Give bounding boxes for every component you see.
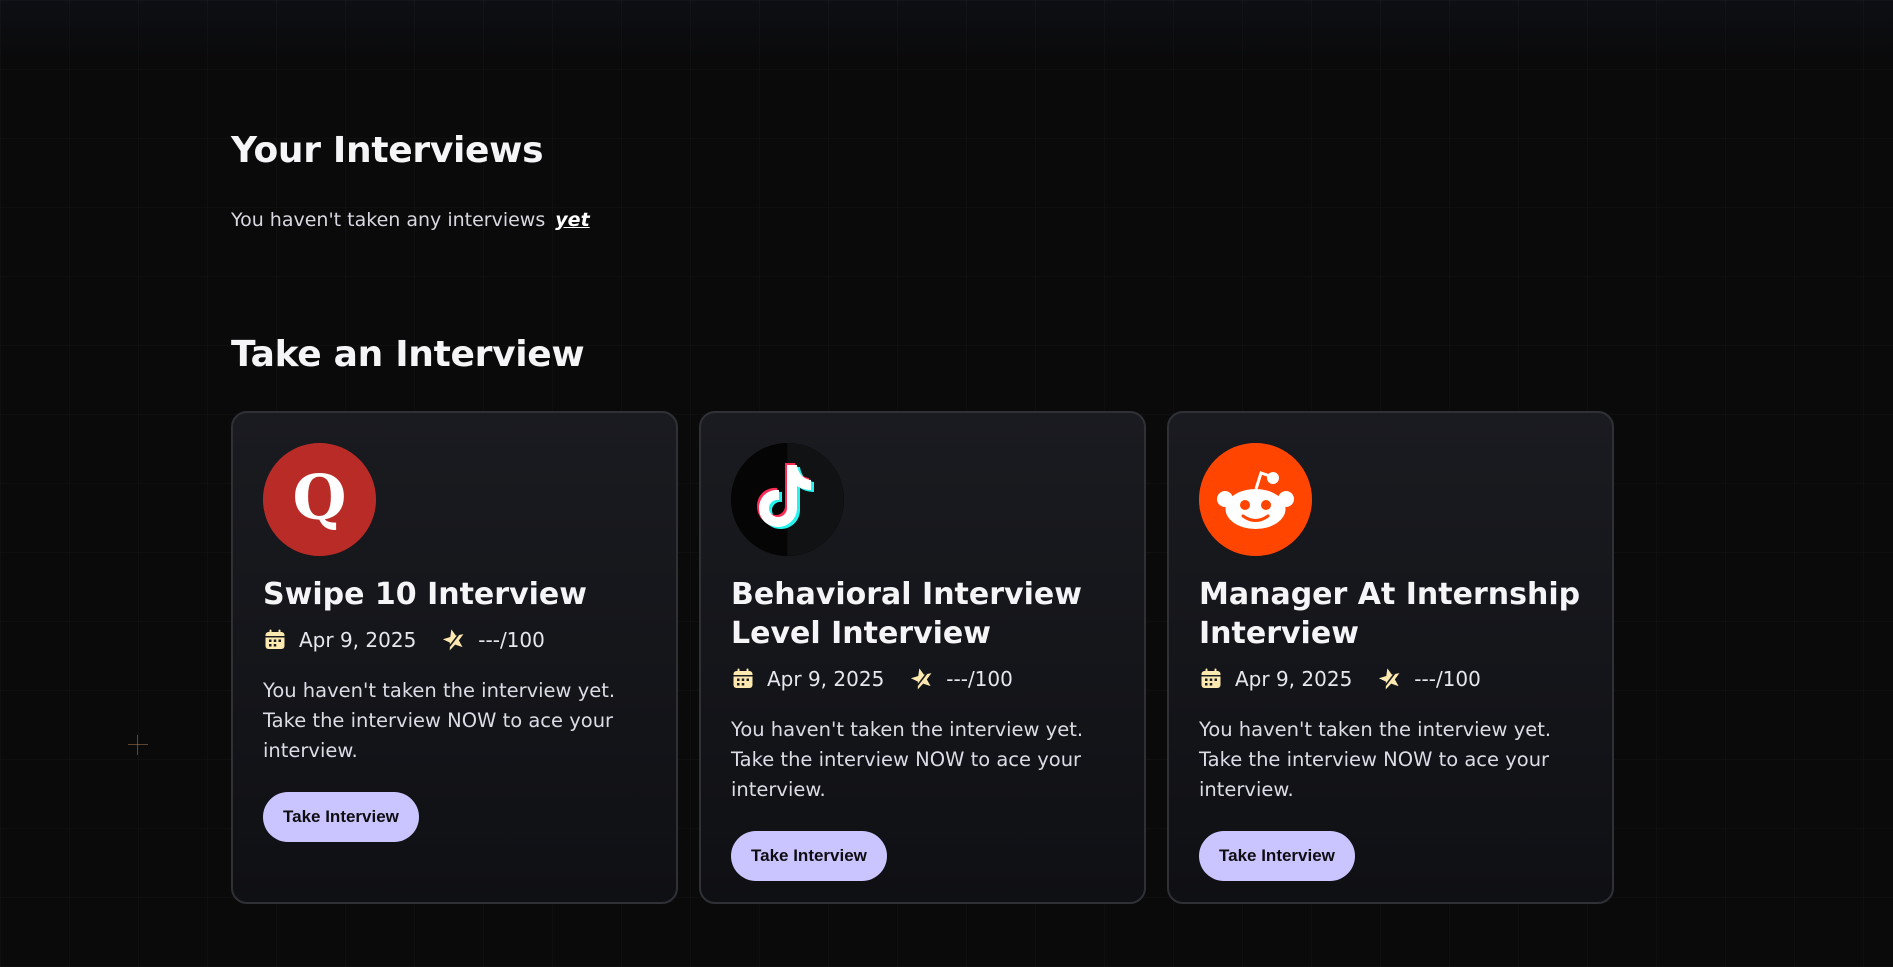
card-meta: Apr 9, 2025 ---/100 (731, 667, 1114, 691)
date-item: Apr 9, 2025 (731, 667, 884, 691)
take-interview-button[interactable]: Take Interview (731, 831, 887, 881)
score-item: ---/100 (1378, 667, 1481, 691)
no-interviews-text: You haven't taken any interviews (231, 209, 546, 231)
interview-date: Apr 9, 2025 (767, 667, 885, 691)
star-icon (442, 628, 466, 652)
score-item: ---/100 (442, 628, 545, 652)
interview-cards: Q Swipe 10 Interview Apr 9, 2025 ---/100 (231, 411, 1614, 904)
calendar-icon (731, 667, 755, 691)
quora-logo-icon: Q (263, 443, 376, 556)
page: Your Interviews You haven't taken any in… (0, 0, 1893, 967)
card-description: You haven't taken the interview yet. Tak… (1199, 718, 1552, 801)
interview-score: ---/100 (946, 667, 1013, 691)
interview-card: Behavioral Interview Level Interview Apr… (699, 411, 1146, 904)
date-item: Apr 9, 2025 (1199, 667, 1352, 691)
reddit-logo-icon (1199, 443, 1312, 556)
card-meta: Apr 9, 2025 ---/100 (1199, 667, 1582, 691)
your-interviews-heading: Your Interviews (231, 130, 544, 171)
sparkle-decoration (128, 735, 148, 755)
interview-score: ---/100 (1414, 667, 1481, 691)
card-meta: Apr 9, 2025 ---/100 (263, 628, 646, 652)
calendar-icon (263, 628, 287, 652)
svg-text:Q: Q (292, 461, 346, 534)
interview-score: ---/100 (478, 628, 545, 652)
card-title: Manager At Internship Interview (1199, 577, 1581, 651)
card-description: You haven't taken the interview yet. Tak… (731, 718, 1084, 801)
calendar-icon (1199, 667, 1223, 691)
take-interview-heading: Take an Interview (231, 334, 585, 375)
tiktok-logo-icon (731, 443, 844, 556)
card-title: Swipe 10 Interview (263, 577, 587, 612)
take-interview-button[interactable]: Take Interview (263, 792, 419, 842)
date-item: Apr 9, 2025 (263, 628, 416, 652)
star-icon (1378, 667, 1402, 691)
score-item: ---/100 (910, 667, 1013, 691)
star-icon (910, 667, 934, 691)
no-interviews-emphasis: yet (555, 209, 590, 231)
no-interviews-message: You haven't taken any interviews yet (231, 209, 590, 231)
interview-date: Apr 9, 2025 (299, 628, 417, 652)
interview-date: Apr 9, 2025 (1235, 667, 1353, 691)
card-description: You haven't taken the interview yet. Tak… (263, 679, 616, 762)
card-title: Behavioral Interview Level Interview (731, 577, 1082, 651)
interview-card: Q Swipe 10 Interview Apr 9, 2025 ---/100 (231, 411, 678, 904)
take-interview-button[interactable]: Take Interview (1199, 831, 1355, 881)
interview-card: Manager At Internship Interview Apr 9, 2… (1167, 411, 1614, 904)
